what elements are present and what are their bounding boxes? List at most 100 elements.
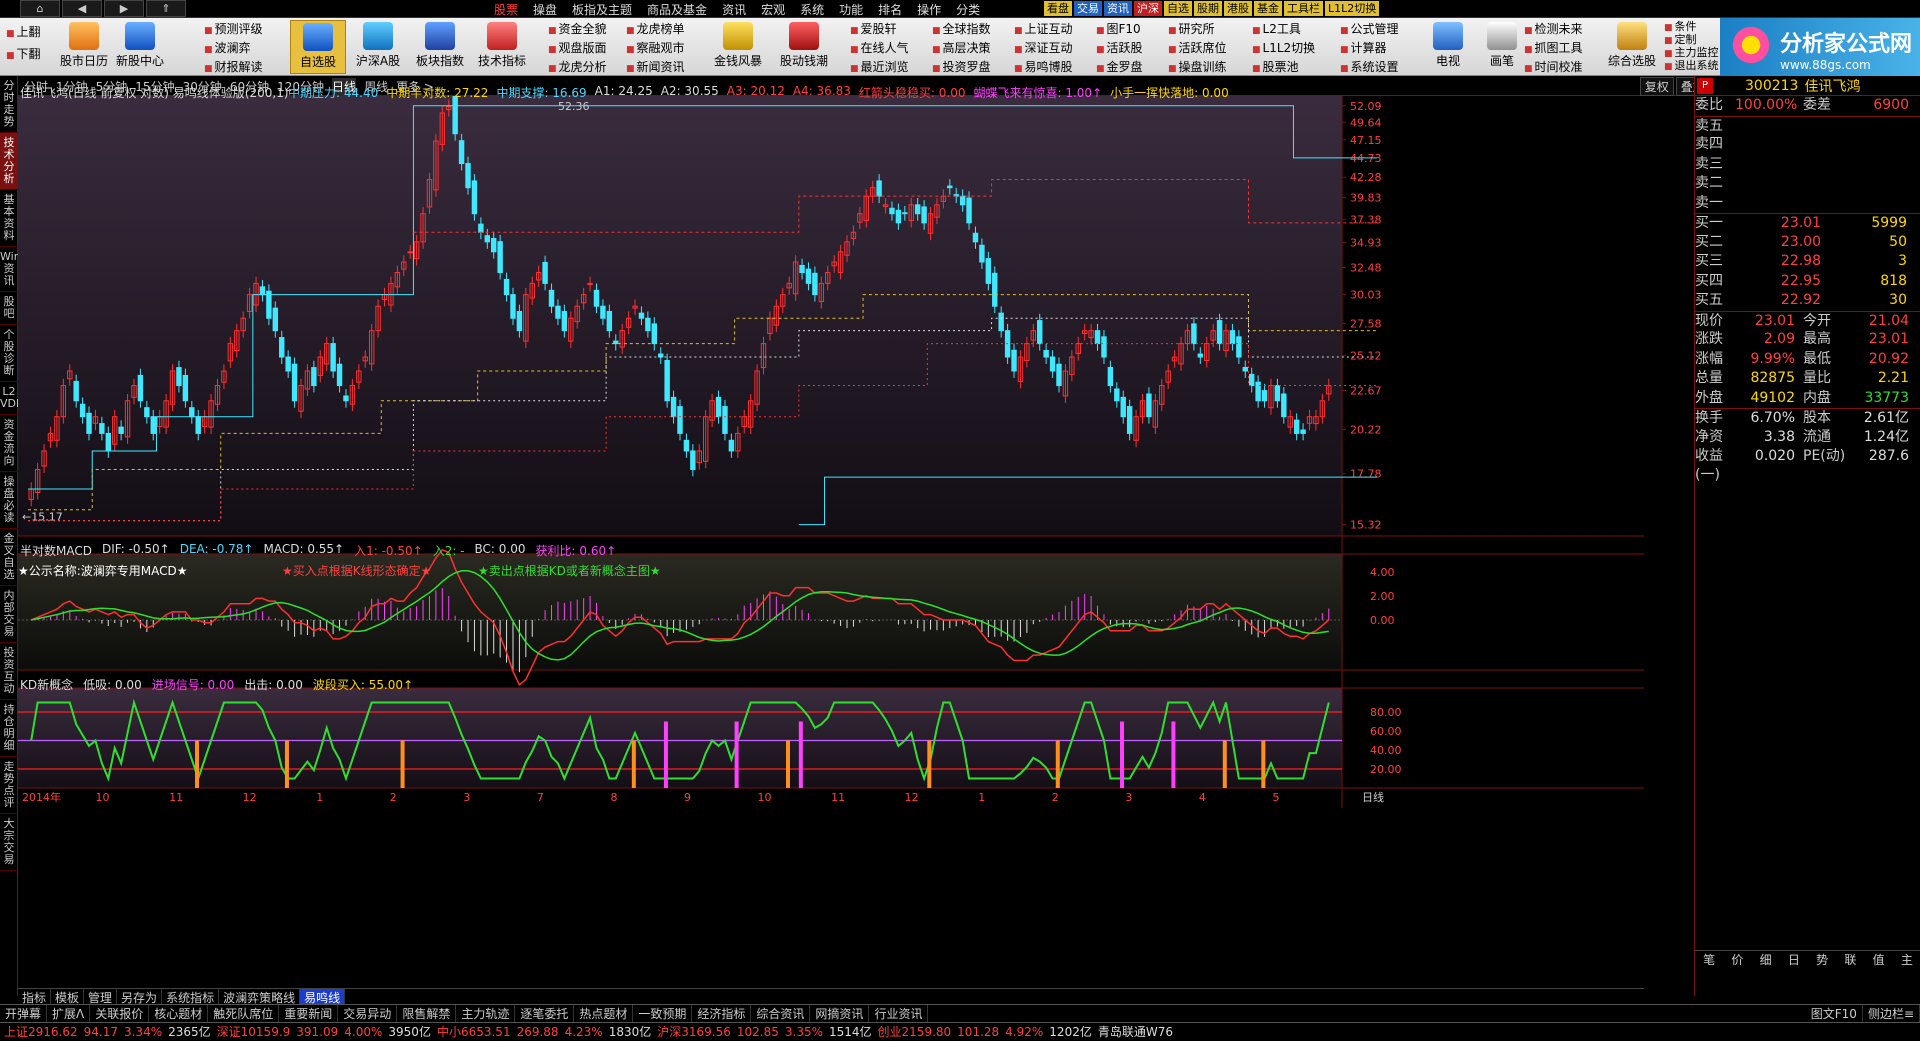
l2-tools-link[interactable]: L2工具 xyxy=(1252,21,1315,40)
menu-item-9[interactable]: 操作 xyxy=(917,1,941,18)
menu-item-10[interactable]: 分类 xyxy=(956,1,980,18)
bottom-tab-1[interactable]: 扩展ᐱ xyxy=(47,1005,91,1022)
bottom-tab-7[interactable]: 限售解禁 xyxy=(397,1005,457,1022)
bottom-right-1[interactable]: 侧边栏≡ xyxy=(1863,1005,1920,1022)
l1l2-switch-link[interactable]: L1L2切换 xyxy=(1252,40,1316,59)
capital-overview-link[interactable]: 资金全貌 xyxy=(548,21,607,40)
margin-link[interactable]: 察融观市 xyxy=(626,40,685,59)
tag-3[interactable]: 沪深 xyxy=(1134,1,1162,16)
tag-4[interactable]: 自选 xyxy=(1164,1,1192,16)
subtab-2[interactable]: 管理 xyxy=(84,989,118,1005)
left-tab-1[interactable]: 技术分析 xyxy=(0,133,18,190)
market-calendar-button[interactable]: 股市日历 xyxy=(56,20,112,74)
tv-button[interactable]: 电视 xyxy=(1420,20,1476,74)
quote-tab-1[interactable]: 价 xyxy=(1723,951,1751,968)
menu-item-2[interactable]: 板指及主题 xyxy=(572,1,632,18)
left-tab-5[interactable]: 个股诊断 xyxy=(0,325,18,382)
subtab-4[interactable]: 系统指标 xyxy=(162,989,220,1005)
bottom-tab-0[interactable]: 开弹幕 xyxy=(0,1005,48,1022)
watchlist-button[interactable]: 自选股 xyxy=(290,20,346,74)
dragon-list-link[interactable]: 龙虎榜单 xyxy=(626,21,685,40)
shsz-a-button[interactable]: 沪深A股 xyxy=(350,20,406,74)
left-tab-2[interactable]: 基本资料 xyxy=(0,190,18,247)
bottom-tab-11[interactable]: 一致预期 xyxy=(633,1005,693,1022)
quote-tab-5[interactable]: 联 xyxy=(1836,951,1864,968)
formula-manage-link[interactable]: 公式管理 xyxy=(1340,21,1399,40)
sh-interact-link[interactable]: 上证互动 xyxy=(1014,21,1073,40)
tech-indicator-button[interactable]: 技术指标 xyxy=(474,20,530,74)
menu-item-1[interactable]: 操盘 xyxy=(533,1,557,18)
quote-tab-6[interactable]: 值 xyxy=(1865,951,1893,968)
forward-button[interactable]: ▶ xyxy=(104,0,144,17)
bottom-right-0[interactable]: 图文F10 xyxy=(1806,1005,1863,1022)
page-down-button[interactable]: 下翻 xyxy=(6,44,41,66)
f10-link[interactable]: 图F10 xyxy=(1096,21,1143,40)
bottom-tab-14[interactable]: 网摘资讯 xyxy=(810,1005,870,1022)
menu-item-5[interactable]: 宏观 xyxy=(761,1,785,18)
aigu-link[interactable]: 爱股轩 xyxy=(850,21,909,40)
left-tab-6[interactable]: L2 VDE xyxy=(0,382,23,415)
future-check-link[interactable]: 检测未来 xyxy=(1524,21,1583,40)
back-button[interactable]: ◀ xyxy=(62,0,102,17)
tag-1[interactable]: 交易 xyxy=(1074,1,1102,16)
up-button[interactable]: ⇑ xyxy=(146,0,186,17)
global-index-link[interactable]: 全球指数 xyxy=(932,21,991,40)
tag-0[interactable]: 看盘 xyxy=(1044,1,1072,16)
menu-item-3[interactable]: 商品及基金 xyxy=(647,1,707,18)
money-storm-button[interactable]: 金钱风暴 xyxy=(710,20,766,74)
bottom-tab-12[interactable]: 经济指标 xyxy=(692,1005,752,1022)
left-tab-7[interactable]: 资金流向 xyxy=(0,415,18,472)
sector-index-button[interactable]: 板块指数 xyxy=(412,20,468,74)
subtab-0[interactable]: 指标 xyxy=(18,989,52,1005)
subtab-3[interactable]: 另存为 xyxy=(117,989,163,1005)
quote-tab-7[interactable]: 主 xyxy=(1893,951,1920,968)
bottom-tab-10[interactable]: 热点题材 xyxy=(574,1005,634,1022)
bottom-tab-4[interactable]: 触死队席位 xyxy=(208,1005,280,1022)
subtab-5[interactable]: 波澜弈策略线 xyxy=(219,989,301,1005)
tag-9[interactable]: L1L2切换 xyxy=(1325,1,1380,16)
stock-screen-button[interactable]: 综合选股 xyxy=(1604,20,1660,74)
bottom-tab-13[interactable]: 综合资讯 xyxy=(751,1005,811,1022)
online-popular-link[interactable]: 在线人气 xyxy=(850,40,909,59)
bottom-tab-2[interactable]: 关联报价 xyxy=(90,1005,150,1022)
left-tab-8[interactable]: 操盘必读 xyxy=(0,472,18,529)
tag-6[interactable]: 港股 xyxy=(1224,1,1252,16)
subtab-1[interactable]: 模板 xyxy=(51,989,85,1005)
left-tab-11[interactable]: 投资互动 xyxy=(0,643,18,700)
left-tab-14[interactable]: 大宗交易 xyxy=(0,814,18,871)
bottom-tab-6[interactable]: 交易异动 xyxy=(338,1005,398,1022)
bottom-tab-3[interactable]: 核心题材 xyxy=(149,1005,209,1022)
chart-area[interactable]: 52.09 49.64 47.15 44.73 42.28 39.83 37.38 34.93… xyxy=(18,84,1644,988)
menu-item-8[interactable]: 排名 xyxy=(878,1,902,18)
layout-link[interactable]: 观盘版面 xyxy=(548,40,607,59)
screenshot-link[interactable]: 抓图工具 xyxy=(1524,40,1583,59)
left-tab-13[interactable]: 走势点评 xyxy=(0,757,18,814)
bolanyi-link[interactable]: 波澜弈 xyxy=(204,40,263,59)
left-tab-9[interactable]: 金叉自选 xyxy=(0,529,18,586)
brush-button[interactable]: 画笔 xyxy=(1474,20,1530,74)
menu-item-7[interactable]: 功能 xyxy=(839,1,863,18)
menu-item-0[interactable]: 股票 xyxy=(494,1,518,18)
left-tab-12[interactable]: 持仓明细 xyxy=(0,700,18,757)
active-seat-link[interactable]: 活跃席位 xyxy=(1168,40,1227,59)
bottom-tab-15[interactable]: 行业资讯 xyxy=(869,1005,929,1022)
research-link[interactable]: 研究所 xyxy=(1168,21,1227,40)
left-tab-3[interactable]: Wind资讯 xyxy=(0,247,28,292)
policy-link[interactable]: 高层决策 xyxy=(932,40,991,59)
active-stock-link[interactable]: 活跃股 xyxy=(1096,40,1143,59)
rating-forecast-link[interactable]: 预测评级 xyxy=(204,21,263,40)
left-tab-4[interactable]: 股吧 xyxy=(0,292,18,325)
menu-item-6[interactable]: 系统 xyxy=(800,1,824,18)
left-tab-10[interactable]: 内部交易 xyxy=(0,586,18,643)
bottom-tab-8[interactable]: 主力轨迹 xyxy=(456,1005,516,1022)
sz-interact-link[interactable]: 深证互动 xyxy=(1014,40,1073,59)
tag-5[interactable]: 股期 xyxy=(1194,1,1222,16)
subtab-6[interactable]: 易鸣线 xyxy=(300,989,346,1005)
stock-tide-button[interactable]: 股动钱潮 xyxy=(776,20,832,74)
quote-tab-4[interactable]: 势 xyxy=(1808,951,1836,968)
quote-tab-3[interactable]: 日 xyxy=(1780,951,1808,968)
quote-tab-2[interactable]: 细 xyxy=(1752,951,1780,968)
left-tab-0[interactable]: 分时走势 xyxy=(0,76,18,133)
quote-tab-0[interactable]: 笔 xyxy=(1695,951,1723,968)
menu-item-4[interactable]: 资讯 xyxy=(722,1,746,18)
